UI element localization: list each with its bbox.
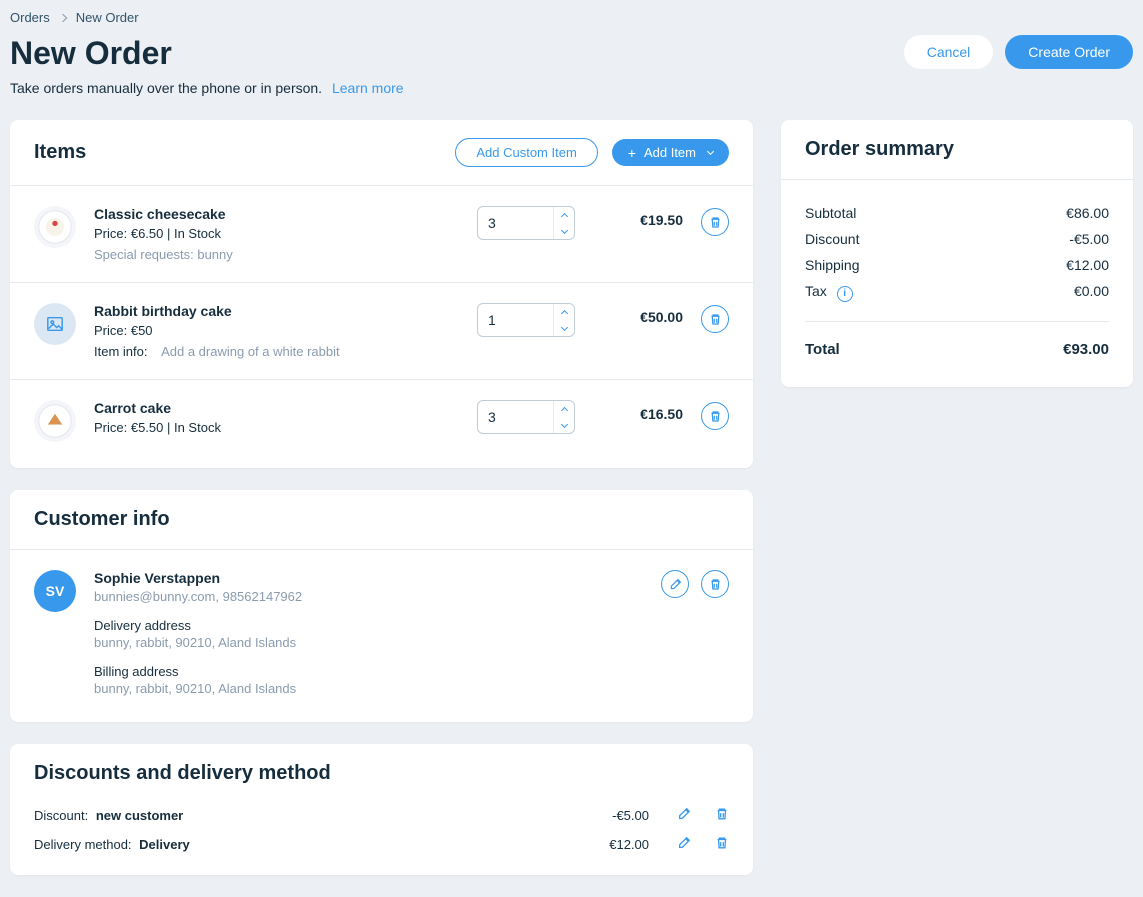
edit-customer-button[interactable]	[661, 570, 689, 598]
trash-icon	[709, 578, 722, 591]
delete-item-button[interactable]	[701, 402, 729, 430]
item-name: Rabbit birthday cake	[94, 303, 459, 319]
order-summary-card: Order summary Subtotal €86.00 Discount -…	[781, 120, 1133, 387]
stepper-down[interactable]	[554, 320, 574, 336]
item-thumbnail	[34, 206, 76, 248]
item-row: Rabbit birthday cake Price: €50 Item inf…	[10, 283, 753, 380]
customer-info-card: Customer info SV Sophie Verstappen bunni…	[10, 490, 753, 722]
page-title: New Order	[10, 35, 404, 72]
add-item-label: Add Item	[644, 145, 696, 160]
quantity-input[interactable]	[478, 306, 553, 334]
discount-name: new customer	[96, 808, 183, 823]
item-row: Classic cheesecake Price: €6.50 | In Sto…	[10, 186, 753, 283]
total-value: €93.00	[1063, 341, 1109, 358]
stepper-down[interactable]	[554, 223, 574, 239]
trash-icon	[715, 807, 729, 821]
item-price-stock: Price: €6.50 | In Stock	[94, 226, 459, 241]
items-card: Items Add Custom Item + Add Item Classic…	[10, 120, 753, 468]
trash-icon	[709, 313, 722, 326]
chevron-right-icon	[58, 13, 66, 21]
stepper-up[interactable]	[554, 304, 574, 320]
trash-icon	[715, 836, 729, 850]
item-info-value: Add a drawing of a white rabbit	[161, 344, 340, 359]
cancel-button[interactable]: Cancel	[904, 35, 994, 69]
summary-discount-value: -€5.00	[1069, 231, 1109, 247]
item-total: €16.50	[593, 400, 683, 422]
pencil-icon	[669, 578, 682, 591]
delete-discount-button[interactable]	[715, 807, 729, 824]
tax-value: €0.00	[1074, 283, 1109, 302]
customer-name: Sophie Verstappen	[94, 570, 643, 586]
order-summary-title: Order summary	[805, 138, 954, 161]
billing-address-label: Billing address	[94, 664, 643, 679]
create-order-button[interactable]: Create Order	[1005, 35, 1133, 69]
customer-info-title: Customer info	[34, 508, 170, 531]
image-placeholder-icon	[46, 315, 64, 333]
edit-discount-button[interactable]	[677, 807, 691, 824]
stepper-up[interactable]	[554, 401, 574, 417]
delete-item-button[interactable]	[701, 305, 729, 333]
delete-item-button[interactable]	[701, 208, 729, 236]
item-row: Carrot cake Price: €5.50 | In Stock €16.…	[10, 380, 753, 468]
item-thumbnail	[34, 400, 76, 442]
total-label: Total	[805, 341, 840, 358]
discounts-card: Discounts and delivery method Discount: …	[10, 744, 753, 875]
discount-amount: -€5.00	[579, 808, 649, 823]
quantity-input[interactable]	[478, 403, 553, 431]
item-special-requests: Special requests: bunny	[94, 247, 459, 262]
page-subtitle: Take orders manually over the phone or i…	[10, 80, 404, 96]
tax-label: Tax	[805, 283, 827, 299]
billing-address-value: bunny, rabbit, 90210, Aland Islands	[94, 681, 643, 696]
item-name: Carrot cake	[94, 400, 459, 416]
pencil-icon	[677, 807, 691, 821]
trash-icon	[709, 410, 722, 423]
quantity-input[interactable]	[478, 209, 553, 237]
edit-delivery-button[interactable]	[677, 836, 691, 853]
item-price-stock: Price: €5.50 | In Stock	[94, 420, 459, 435]
customer-avatar: SV	[34, 570, 76, 612]
quantity-stepper[interactable]	[477, 400, 575, 434]
delivery-method-name: Delivery	[139, 837, 190, 852]
breadcrumb-current: New Order	[76, 10, 139, 25]
quantity-stepper[interactable]	[477, 303, 575, 337]
subtotal-value: €86.00	[1066, 205, 1109, 221]
item-total: €50.00	[593, 303, 683, 325]
items-title: Items	[34, 141, 86, 164]
shipping-value: €12.00	[1066, 257, 1109, 273]
item-info-label: Item info:	[94, 344, 147, 359]
discount-label: Discount:	[34, 808, 88, 823]
add-custom-item-button[interactable]: Add Custom Item	[455, 138, 597, 167]
delivery-address-value: bunny, rabbit, 90210, Aland Islands	[94, 635, 643, 650]
item-total: €19.50	[593, 206, 683, 228]
plus-icon: +	[628, 146, 636, 160]
learn-more-link[interactable]: Learn more	[332, 80, 404, 96]
quantity-stepper[interactable]	[477, 206, 575, 240]
delete-customer-button[interactable]	[701, 570, 729, 598]
delivery-method-amount: €12.00	[579, 837, 649, 852]
breadcrumb: Orders New Order	[10, 10, 1133, 25]
subtitle-text: Take orders manually over the phone or i…	[10, 80, 322, 96]
chevron-down-icon	[707, 148, 714, 155]
delivery-method-label: Delivery method:	[34, 837, 132, 852]
delete-delivery-button[interactable]	[715, 836, 729, 853]
breadcrumb-parent[interactable]: Orders	[10, 10, 50, 25]
delivery-address-label: Delivery address	[94, 618, 643, 633]
discounts-title: Discounts and delivery method	[34, 762, 331, 785]
stepper-down[interactable]	[554, 417, 574, 433]
subtotal-label: Subtotal	[805, 205, 856, 221]
pencil-icon	[677, 836, 691, 850]
info-icon[interactable]: i	[837, 286, 853, 302]
summary-discount-label: Discount	[805, 231, 859, 247]
stepper-up[interactable]	[554, 207, 574, 223]
item-name: Classic cheesecake	[94, 206, 459, 222]
shipping-label: Shipping	[805, 257, 860, 273]
item-price-stock: Price: €50	[94, 323, 459, 338]
item-thumbnail	[34, 303, 76, 345]
customer-contact: bunnies@bunny.com, 98562147962	[94, 589, 643, 604]
trash-icon	[709, 216, 722, 229]
add-item-button[interactable]: + Add Item	[612, 139, 729, 166]
